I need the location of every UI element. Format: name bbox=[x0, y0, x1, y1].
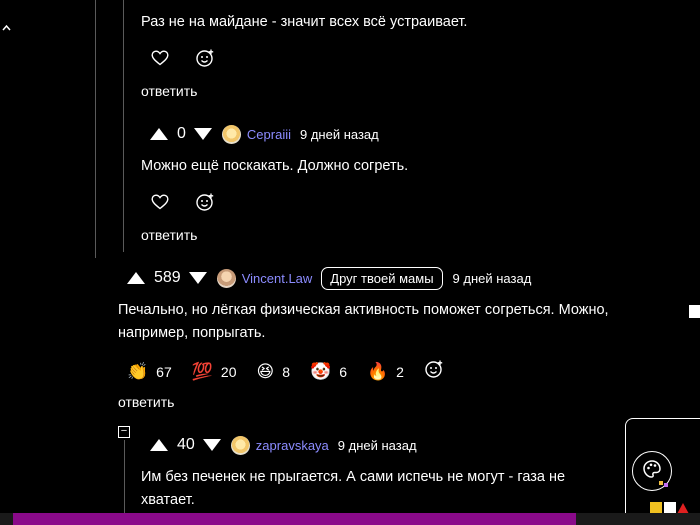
comment-text-line: Им без печенек не прыгается. А сами испе… bbox=[141, 469, 566, 485]
vote-score: 0 bbox=[177, 125, 186, 142]
comment-text: Им без печенек не прыгается. А сами испе… bbox=[141, 466, 565, 512]
avatar[interactable] bbox=[216, 268, 236, 288]
comment-text: Печально, но лёгкая физическая активност… bbox=[118, 299, 609, 345]
reactions-bar: 👏 67 💯 20 😆 8 🤡 6 🔥 2 bbox=[127, 359, 444, 384]
comment-text-line: Печально, но лёгкая физическая активност… bbox=[118, 302, 609, 318]
downvote-icon[interactable] bbox=[193, 128, 212, 140]
reaction-count: 6 bbox=[339, 363, 347, 380]
add-reaction-icon[interactable] bbox=[195, 48, 215, 73]
comment-text-line: хватает. bbox=[141, 492, 195, 508]
comment-text-line: например, попрыгать. bbox=[118, 325, 266, 341]
reaction-count: 20 bbox=[220, 363, 237, 380]
chevron-up-icon[interactable] bbox=[2, 18, 11, 36]
user-badge[interactable]: Друг твоей мамы bbox=[321, 266, 443, 290]
downvote-icon[interactable] bbox=[188, 272, 207, 284]
comment-time[interactable]: 9 дней назад bbox=[453, 271, 532, 286]
laugh-icon: 😆 bbox=[256, 362, 275, 381]
thread-line bbox=[95, 0, 96, 258]
avatar[interactable] bbox=[230, 435, 250, 455]
reaction-clown[interactable]: 🤡 6 bbox=[310, 363, 347, 380]
reaction-count: 67 bbox=[156, 363, 172, 380]
upvote-icon[interactable] bbox=[150, 128, 168, 140]
sparkle-icon bbox=[657, 478, 669, 490]
clap-icon: 👏 bbox=[127, 362, 149, 381]
thread-line bbox=[124, 440, 125, 515]
comment-time[interactable]: 9 дней назад bbox=[338, 438, 417, 453]
reaction-count: 8 bbox=[282, 363, 291, 380]
comment-meta: 40 zapravskaya 9 дней назад bbox=[150, 433, 417, 457]
comment-meta: 0 Cepraiii 9 дней назад bbox=[150, 122, 379, 146]
username-link[interactable]: zapravskaya bbox=[256, 438, 329, 453]
reaction-hundred[interactable]: 💯 20 bbox=[192, 363, 237, 380]
heart-icon[interactable] bbox=[151, 194, 169, 215]
reaction-count: 2 bbox=[396, 363, 404, 380]
reply-link[interactable]: ответить bbox=[141, 83, 197, 99]
clown-icon: 🤡 bbox=[310, 362, 332, 381]
reply-link[interactable]: ответить bbox=[141, 227, 197, 243]
reaction-fire[interactable]: 🔥 2 bbox=[367, 363, 404, 380]
side-scroll-marker[interactable] bbox=[689, 305, 700, 318]
thread-line bbox=[123, 0, 124, 252]
comment-meta: 589 Vincent.Law Друг твоей мамы 9 дней н… bbox=[127, 266, 531, 290]
collapse-thread-button[interactable]: − bbox=[118, 426, 130, 438]
vote-score: 40 bbox=[177, 436, 195, 453]
upvote-icon[interactable] bbox=[150, 439, 168, 451]
vote-score: 589 bbox=[154, 269, 181, 286]
comment-time[interactable]: 9 дней назад bbox=[300, 127, 379, 142]
add-reaction-icon[interactable] bbox=[195, 192, 215, 217]
comment-text: Можно ещё поскакать. Должно согреть. bbox=[141, 158, 409, 174]
fire-icon: 🔥 bbox=[367, 362, 389, 381]
promo-icon[interactable] bbox=[650, 500, 690, 514]
username-link[interactable]: Vincent.Law bbox=[242, 271, 313, 286]
reaction-laugh[interactable]: 😆 8 bbox=[257, 363, 291, 380]
heart-icon[interactable] bbox=[151, 50, 169, 71]
reaction-clap[interactable]: 👏 67 bbox=[127, 363, 172, 380]
upvote-icon[interactable] bbox=[127, 272, 145, 284]
comment-actions bbox=[151, 192, 215, 217]
username-link[interactable]: Cepraiii bbox=[247, 127, 291, 142]
hundred-icon: 💯 bbox=[191, 362, 213, 381]
comment-actions bbox=[151, 48, 215, 73]
horizontal-scrollbar-thumb[interactable] bbox=[13, 513, 576, 525]
reply-link[interactable]: ответить bbox=[118, 394, 174, 410]
add-reaction-icon[interactable] bbox=[424, 359, 444, 384]
avatar[interactable] bbox=[221, 124, 241, 144]
comment-text: Раз не на майдане - значит всех всё устр… bbox=[141, 14, 468, 30]
downvote-icon[interactable] bbox=[202, 439, 221, 451]
